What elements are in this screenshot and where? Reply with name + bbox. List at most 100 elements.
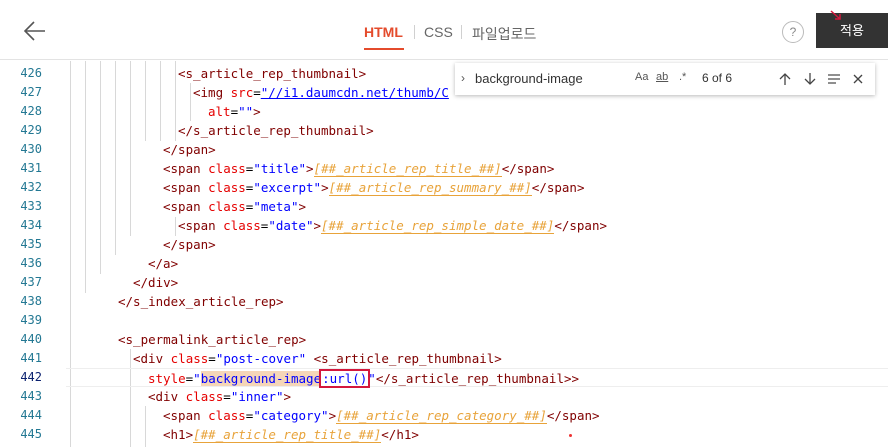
line-number: 444 [20,408,42,422]
apply-button[interactable]: 적용 [816,13,888,48]
code-token: <span [163,408,209,423]
previous-match-arrow-icon[interactable] [778,72,792,86]
code-token: </span> [163,142,216,157]
code-token: "meta" [253,199,299,214]
code-token: <div [133,351,171,366]
code-token: "//i1.daumcdn.net/thumb/C [260,85,449,100]
code-token: > [328,408,337,423]
code-token: class [170,351,209,366]
code-token: </span> [163,237,216,252]
line-number: 432 [20,180,42,194]
line-number: 443 [20,389,42,403]
match-count: 6 of 6 [702,71,733,85]
code-line: <h1>[##_article_rep_title_##]</h1> [66,425,888,444]
line-number: 436 [20,256,42,270]
code-line-current: style="background-image:url()"</s_articl… [66,368,888,388]
code-line: </a> [66,254,888,273]
line-number: 431 [20,161,42,175]
code-token: = [230,104,239,119]
line-number: 433 [20,199,42,213]
code-token: style [148,371,186,386]
tab-html[interactable]: HTML [364,24,403,40]
code-line: <span class="meta"> [66,197,888,216]
line-number-current: 442 [20,370,42,384]
tab-separator [414,25,415,39]
code-editor[interactable]: 426 427 428 429 430 431 432 433 434 435 … [0,61,888,447]
template-placeholder: [##_article_rep_title_##] [193,427,382,443]
code-line: <span class="excerpt">[##_article_rep_su… [66,178,888,197]
code-line: </s_index_article_rep> [66,292,888,311]
code-token: <div [148,389,186,404]
code-token: = [223,389,231,404]
code-token: <h1> [163,427,194,442]
code-token: > [298,199,307,214]
match-whole-word-option[interactable]: ab [656,71,668,83]
code-token: > [253,104,261,119]
code-token: " [193,371,201,386]
code-token: <s_article_rep_thumbnail> [178,66,367,81]
code-token: </h1> [381,427,419,442]
code-line: <span class="title">[##_article_rep_titl… [66,159,888,178]
code-line: </s_article_rep_thumbnail> [66,121,888,140]
code-line: </div> [66,273,888,292]
editor-tabs: HTML CSS 파일업로드 [0,0,888,60]
code-token: "" [238,104,254,119]
code-token: "category" [253,408,329,423]
line-number: 441 [20,351,42,365]
line-number: 439 [20,313,42,327]
code-line: </span> [66,235,888,254]
template-placeholder: [##_article_rep_simple_date_##] [321,218,555,234]
code-token: ) [359,371,368,386]
code-token: alt [208,104,231,119]
close-find-icon[interactable] [852,73,864,85]
use-regex-option[interactable]: .* [679,71,686,83]
search-match-highlight: background-image [200,371,322,386]
code-token: = [208,351,216,366]
code-token: class [208,199,246,214]
code-token: class [208,161,246,176]
template-placeholder: [##_article_rep_title_##] [313,161,502,177]
code-token: </a> [148,256,179,271]
code-token: </div> [133,275,179,290]
code-line: <span class="category">[##_article_rep_c… [66,406,888,425]
tab-css[interactable]: CSS [424,24,453,40]
code-token: "date" [268,218,314,233]
code-token: "post-cover" [215,351,307,366]
code-token: </s_article_rep_thumbnail>> [375,371,580,386]
code-token: src [230,85,254,100]
code-area[interactable]: <s_article_rep_thumbnail> <img src="//i1… [66,61,888,447]
line-number: 445 [20,427,42,441]
code-line: <s_permalink_article_rep> [66,330,888,349]
match-case-option[interactable]: Aa [635,71,648,83]
code-token: <span [163,199,209,214]
code-token: <img [193,85,231,100]
tab-file-upload[interactable]: 파일업로드 [472,24,536,44]
code-line: <div class="post-cover" <s_article_rep_t… [66,349,888,368]
find-input[interactable]: background-image [475,68,625,90]
code-token: > [321,180,329,195]
code-token: = [253,85,261,100]
code-line: <span class="date">[##_article_rep_simpl… [66,216,888,235]
code-token: </span> [531,180,585,195]
code-token: "inner" [230,389,284,404]
find-in-selection-icon[interactable] [827,73,841,85]
template-placeholder: [##_article_rep_summary_##] [328,180,532,196]
code-token: class [185,389,224,404]
code-token: </span> [546,408,600,423]
toggle-replace-chevron-icon[interactable]: › [461,71,465,85]
code-token: <span [163,161,209,176]
help-button[interactable]: ? [782,21,804,43]
line-number: 437 [20,275,42,289]
line-number: 440 [20,332,42,346]
code-token: : [322,371,330,386]
code-token: </s_index_article_rep> [118,294,284,309]
code-token: </s_article_rep_thumbnail> [178,123,374,138]
line-number-gutter: 426 427 428 429 430 431 432 433 434 435 … [0,61,66,447]
code-token: <span [178,218,224,233]
next-match-arrow-icon[interactable] [803,72,817,86]
code-token: </span> [554,218,607,233]
find-widget: › background-image Aa ab .* 6 of 6 [455,63,875,95]
code-token: <s_permalink_article_rep> [118,332,307,347]
code-token: class [208,408,246,423]
code-token: class [223,218,261,233]
